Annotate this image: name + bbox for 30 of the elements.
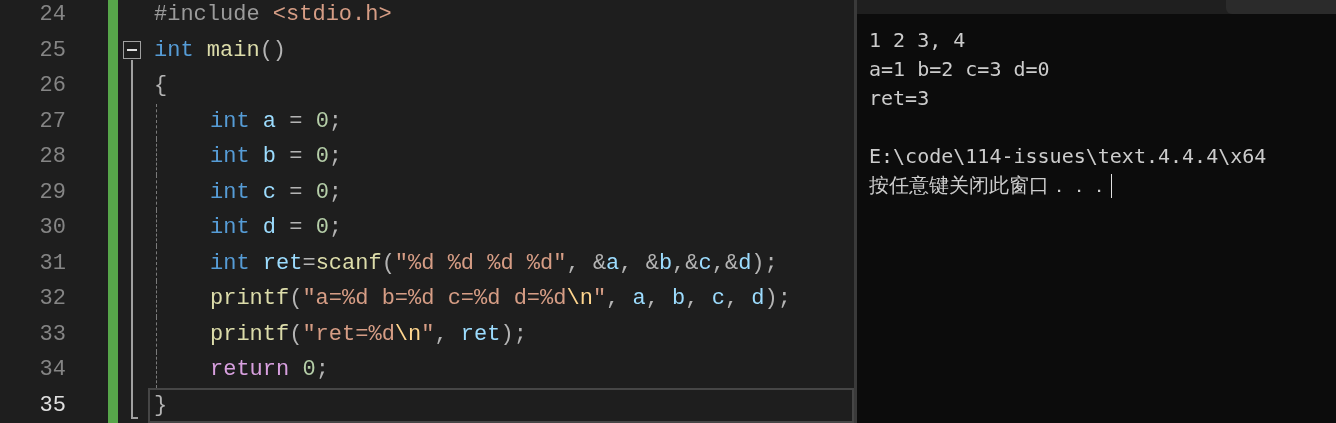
line-number: 26 — [39, 72, 66, 101]
line-number: 31 — [39, 249, 66, 278]
line-number: 30 — [39, 214, 66, 243]
code-line: int ret=scanf("%d %d %d %d", &a, &b,&c,&d); — [209, 249, 779, 278]
code-line: return 0; — [209, 356, 330, 385]
collapse-icon[interactable] — [123, 41, 141, 60]
code-line: int main() — [153, 36, 288, 65]
line-number: 34 — [39, 356, 66, 385]
text-cursor — [1111, 173, 1112, 198]
line-number: 27 — [39, 107, 66, 136]
line-number: 33 — [39, 320, 66, 349]
console-output-line: a=1 b=2 c=3 d=0 — [869, 56, 1050, 83]
line-number: 32 — [39, 285, 66, 314]
code-line: { — [153, 72, 169, 101]
line-number: 28 — [39, 143, 66, 172]
code-line: int d = 0; — [209, 214, 344, 243]
code-line: printf("a=%d b=%d c=%d d=%d\n", a, b, c, d); — [209, 285, 792, 314]
code-line: printf("ret=%d\n", ret); — [209, 320, 528, 349]
console-output-line: ret=3 — [869, 85, 930, 112]
code-line: #include <stdio.h> — [153, 1, 393, 30]
console-output-line: E:\code\114-issues\text.4.4.4\x64 — [869, 143, 1267, 170]
code-line: int b = 0; — [209, 143, 344, 172]
line-number: 29 — [39, 178, 66, 207]
code-line: int a = 0; — [209, 107, 344, 136]
line-number: 25 — [39, 36, 66, 65]
console-output-line: 按任意键关闭此窗口．．． — [869, 172, 1109, 199]
line-number: 35 — [39, 391, 66, 420]
code-line: int c = 0; — [209, 178, 344, 207]
line-number: 24 — [39, 1, 66, 30]
console-output-line: 1 2 3, 4 — [869, 27, 966, 54]
